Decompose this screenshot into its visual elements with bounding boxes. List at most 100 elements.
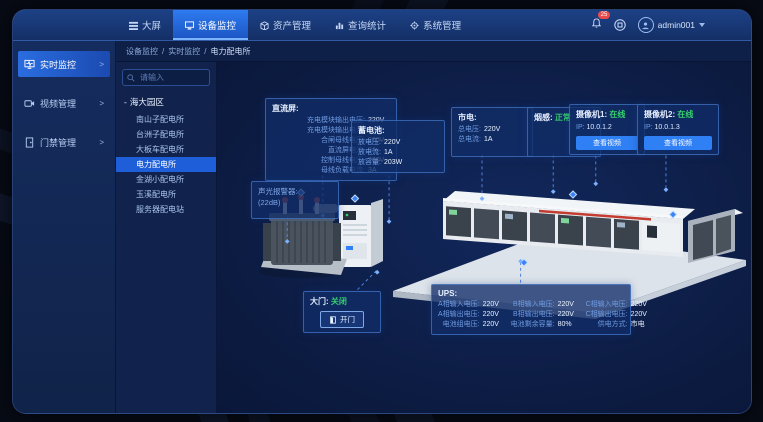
metric-label: B相输出电压: — [511, 310, 555, 320]
screenshot-stage: 大屏 设备监控 资产管理 查询统计 系统管理 25 — [0, 0, 763, 422]
metric-label: 放电压: — [358, 138, 381, 148]
open-door-label: 开门 — [340, 314, 355, 325]
callout-title: 烟感: — [534, 113, 553, 122]
chevron-right-icon: > — [99, 99, 104, 108]
chevron-right-icon: > — [99, 138, 104, 147]
tab-label: 大屏 — [142, 18, 161, 32]
callout-title: 直流屏: — [272, 103, 390, 114]
search-icon — [127, 74, 135, 82]
metric-value: 1A — [484, 135, 506, 145]
callout-camera-1: 摄像机1: 在线 IP: 10.0.1.2 查看视频 — [569, 104, 645, 155]
metric-label: C相输入电压: — [586, 300, 628, 310]
tab-system-management[interactable]: 系统管理 — [398, 10, 473, 40]
sidebar-item-label: 视频管理 — [40, 97, 76, 110]
tab-query-statistics[interactable]: 查询统计 — [323, 10, 398, 40]
breadcrumb-separator: / — [162, 47, 164, 56]
tree-root-node[interactable]: - 海大园区 — [116, 92, 216, 112]
metric-value: 220V — [483, 300, 505, 310]
tab-label: 资产管理 — [273, 18, 311, 32]
tab-big-screen[interactable]: 大屏 — [117, 10, 173, 40]
metric-value: 220V — [483, 320, 505, 330]
status-badge: 关闭 — [331, 297, 347, 306]
callout-title: UPS: — [438, 289, 624, 298]
sidebar-item-access-control[interactable]: 门禁管理 > — [18, 129, 110, 155]
tree-search — [122, 69, 210, 86]
metric-value: 市电 — [631, 320, 653, 330]
metric-value: 220V — [631, 300, 653, 310]
tree-item[interactable]: 服务器配电站 — [116, 202, 216, 217]
open-door-button[interactable]: 开门 — [320, 311, 364, 328]
metric-label: 电池剩余容量: — [511, 320, 555, 330]
tree-item[interactable]: 大板车配电所 — [116, 142, 216, 157]
sidebar-item-label: 门禁管理 — [40, 136, 76, 149]
username: admin001 — [658, 20, 695, 30]
ip-value: 10.0.1.2 — [587, 124, 612, 131]
callout-title: 蓄电池: — [358, 125, 438, 136]
ip-label: IP: — [644, 124, 653, 131]
metric-value: 220V — [558, 300, 580, 310]
callout-title: 摄像机2: — [644, 110, 675, 119]
metric-label: 总电流: — [458, 135, 481, 145]
metric-label: A相输入电压: — [438, 300, 480, 310]
monitoring-canvas: 直流屏: 充电模块输出电压:220V 充电模块输出电流:3A 合闸母线电压:20… — [217, 62, 751, 413]
breadcrumb-item[interactable]: 实时监控 — [168, 46, 200, 57]
metric-value: 203W — [384, 158, 406, 168]
alarm-label: 声光报警器: — [258, 186, 332, 197]
gear-icon — [410, 21, 419, 30]
notification-badge: 25 — [598, 11, 611, 19]
callout-sound-light-alarm: 声光报警器: (22dB) — [251, 181, 339, 219]
alarm-value: (22dB) — [258, 197, 332, 208]
metric-label: 供电方式: — [586, 320, 628, 330]
realtime-monitor-icon — [24, 59, 35, 70]
metric-label: 总电压: — [458, 125, 481, 135]
tree-item[interactable]: 玉溪配电所 — [116, 187, 216, 202]
tree-item[interactable]: 南山子配电所 — [116, 112, 216, 127]
tree-toggle-icon[interactable]: - — [124, 97, 127, 107]
chevron-right-icon: > — [99, 60, 104, 69]
tab-label: 系统管理 — [423, 18, 461, 32]
door-open-icon — [329, 316, 337, 324]
callout-battery: 蓄电池: 放电压:220V 放电流:1A 放容量:203W — [351, 120, 445, 173]
station-tree-panel: - 海大园区 南山子配电所 台洲子配电所 大板车配电所 电力配电所 金湖小配电所… — [116, 62, 217, 413]
sidebar-item-video-management[interactable]: 视频管理 > — [18, 90, 110, 116]
tree-item[interactable]: 台洲子配电所 — [116, 127, 216, 142]
breadcrumb-item[interactable]: 设备监控 — [126, 46, 158, 57]
tree-item-selected[interactable]: 电力配电所 — [116, 157, 216, 172]
view-video-button[interactable]: 查看视频 — [644, 136, 712, 150]
fullscreen-button[interactable] — [614, 19, 626, 31]
top-navbar: 大屏 设备监控 资产管理 查询统计 系统管理 25 — [13, 10, 751, 41]
video-camera-icon — [24, 98, 35, 109]
metric-label: C相输出电压: — [586, 310, 628, 320]
view-video-button[interactable]: 查看视频 — [576, 136, 638, 150]
callout-title: 市电: — [458, 112, 526, 123]
metric-value: 220V — [484, 125, 506, 135]
sidebar-item-realtime-monitoring[interactable]: 实时监控 > — [18, 51, 110, 77]
tab-asset-management[interactable]: 资产管理 — [248, 10, 323, 40]
left-sidebar: 实时监控 > 视频管理 > 门禁管理 > — [13, 41, 116, 413]
callout-title: 大门: — [310, 297, 329, 306]
nav-right-cluster: 25 admin001 — [591, 10, 751, 40]
callout-ups: UPS: A相输入电压:220V A相输出电压:220V 电池组电压:220V … — [431, 284, 631, 335]
metric-value: 80% — [558, 320, 580, 330]
chevron-down-icon — [699, 23, 705, 27]
notifications-button[interactable]: 25 — [591, 16, 602, 34]
callout-camera-2: 摄像机2: 在线 IP: 10.0.1.3 查看视频 — [637, 104, 719, 155]
callout-title: 摄像机1: — [576, 110, 607, 119]
user-icon — [641, 21, 650, 30]
metric-label: B相输入电压: — [511, 300, 555, 310]
big-screen-icon — [129, 21, 138, 30]
breadcrumb-separator: / — [204, 47, 206, 56]
breadcrumb: 设备监控 / 实时监控 / 电力配电所 — [116, 41, 751, 62]
search-input[interactable] — [138, 72, 205, 83]
ip-label: IP: — [576, 124, 585, 131]
statistics-chart-icon — [335, 21, 344, 30]
metric-label: 电池组电压: — [438, 320, 480, 330]
tree-item[interactable]: 金湖小配电所 — [116, 172, 216, 187]
callout-door: 大门: 关闭 开门 — [303, 291, 381, 333]
metric-value: 220V — [631, 310, 653, 320]
app-window: 大屏 设备监控 资产管理 查询统计 系统管理 25 — [12, 9, 752, 414]
tab-device-monitoring[interactable]: 设备监控 — [173, 10, 248, 40]
metric-label: 放容量: — [358, 158, 381, 168]
user-menu[interactable]: admin001 — [638, 17, 705, 33]
ip-value: 10.0.1.3 — [655, 124, 680, 131]
